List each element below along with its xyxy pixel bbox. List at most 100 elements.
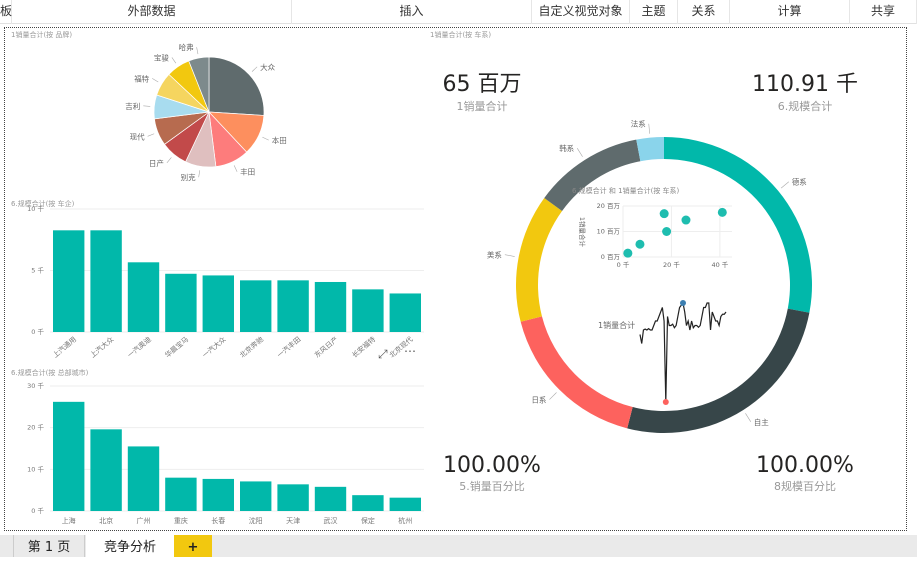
x-tick-label: 40 千 — [711, 260, 728, 269]
slice-label: 日产 — [149, 158, 164, 168]
card-scale: 110.91 千 6.规模合计 — [752, 72, 858, 113]
slice-label: 美系 — [487, 250, 502, 260]
scatter-point — [662, 227, 672, 236]
slice-label: 自主 — [754, 417, 769, 427]
bar — [277, 280, 309, 332]
x-tick-label: 一汽奥迪 — [126, 335, 153, 360]
bar1-title: 6.规模合计(按 车企) — [11, 200, 75, 208]
x-tick-label: 一汽丰田 — [275, 335, 302, 360]
card-scale-pct: 100.00% 8规模百分比 — [756, 453, 854, 493]
bar — [165, 477, 197, 511]
leader-line — [549, 392, 557, 400]
slice — [664, 137, 812, 313]
bar — [240, 280, 272, 332]
x-tick-label: 华晨宝马 — [163, 335, 190, 360]
scatter-point — [681, 215, 691, 225]
scatter-point — [717, 207, 727, 217]
bar — [127, 446, 160, 511]
line-label: 1销量合计 — [598, 321, 636, 330]
bar — [90, 429, 122, 511]
bar — [165, 273, 197, 332]
leader-line — [196, 47, 199, 55]
min-point — [662, 399, 669, 405]
bar — [127, 262, 160, 332]
leader-line — [576, 148, 583, 157]
leader-line — [198, 170, 201, 178]
bar — [314, 281, 347, 332]
leader-line — [648, 123, 650, 134]
bar — [277, 484, 309, 511]
scatter-title: 6.规模合计 和 1销量合计(按 车系) — [572, 187, 680, 195]
bar — [352, 289, 384, 332]
max-point — [680, 300, 686, 306]
bar — [352, 495, 384, 511]
slice-label: 德系 — [792, 177, 807, 187]
tab-page1[interactable]: 第 1 页 — [13, 535, 85, 557]
x-tick-label: 杭州 — [398, 516, 412, 525]
leader-line — [171, 57, 177, 64]
slice-label: 韩系 — [559, 143, 574, 153]
leader-line — [262, 136, 269, 141]
x-tick-label: 上汽通用 — [51, 335, 78, 360]
bar — [53, 401, 85, 511]
slice — [208, 56, 265, 116]
leader-line — [233, 165, 238, 172]
card-sales: 65 百万 1销量合计 — [442, 72, 522, 113]
bar — [90, 230, 122, 332]
leader-line — [147, 133, 155, 137]
x-tick-label: 武汉 — [324, 516, 338, 525]
leader-line — [143, 105, 151, 107]
add-page-button[interactable]: + — [174, 535, 212, 557]
y-tick-label: 10 千 — [27, 464, 44, 473]
bar — [389, 497, 421, 511]
x-tick-label: 重庆 — [174, 516, 188, 525]
slice — [636, 137, 664, 162]
y-tick-label: 0 千 — [31, 327, 44, 336]
bar — [53, 230, 85, 332]
y-axis-label: 1销量合计 — [578, 217, 587, 248]
slice — [520, 316, 633, 429]
slice-label: 吉利 — [125, 101, 140, 111]
y-tick-label: 0 百万 — [601, 253, 621, 261]
bar2-title: 6.规模合计(按 总部城市) — [11, 369, 89, 377]
leader-line — [745, 413, 752, 422]
slice-label: 哈弗 — [179, 42, 194, 52]
y-tick-label: 20 百万 — [597, 202, 621, 210]
slice-label: 大众 — [260, 62, 275, 72]
more-options-icon[interactable]: ⋯ — [404, 344, 416, 358]
x-tick-label: 长安福特 — [350, 335, 377, 360]
y-tick-label: 10 百万 — [597, 228, 621, 236]
leader-line — [504, 254, 515, 257]
pie-title: 1销量合计(按 品牌) — [11, 31, 73, 39]
focus-mode-icon[interactable]: ⤢ — [378, 347, 388, 362]
bar — [202, 275, 234, 332]
x-tick-label: 广州 — [137, 516, 151, 525]
x-tick-label: 保定 — [361, 516, 375, 525]
x-tick-label: 一汽大众 — [200, 335, 227, 360]
x-tick-label: 上汽大众 — [88, 335, 115, 360]
scatter-point — [635, 239, 645, 249]
bar — [202, 478, 234, 511]
slice-label: 福特 — [134, 73, 149, 83]
scatter-point — [659, 209, 669, 219]
card-sales-pct: 100.00% 5.销量百分比 — [443, 453, 541, 493]
x-tick-label: 上海 — [62, 516, 76, 525]
slice — [516, 198, 563, 322]
y-tick-label: 20 千 — [27, 423, 44, 432]
slice-label: 本田 — [272, 135, 287, 145]
y-tick-label: 30 千 — [27, 381, 44, 390]
x-tick-label: 北京奔驰 — [238, 335, 265, 360]
slice-label: 日系 — [531, 395, 546, 405]
leader-line — [152, 78, 159, 83]
leader-line — [251, 66, 258, 72]
bar — [389, 293, 421, 332]
tab-competition[interactable]: 竞争分析 — [86, 535, 174, 557]
x-tick-label: 沈阳 — [249, 516, 263, 525]
slice-label: 别克 — [181, 173, 196, 182]
slice-label: 宝骏 — [154, 52, 169, 62]
leader-line — [166, 157, 172, 164]
slice-label: 法系 — [631, 119, 646, 129]
x-tick-label: 东风日产 — [313, 335, 340, 360]
leader-line — [780, 181, 790, 189]
y-tick-label: 0 千 — [31, 506, 44, 515]
